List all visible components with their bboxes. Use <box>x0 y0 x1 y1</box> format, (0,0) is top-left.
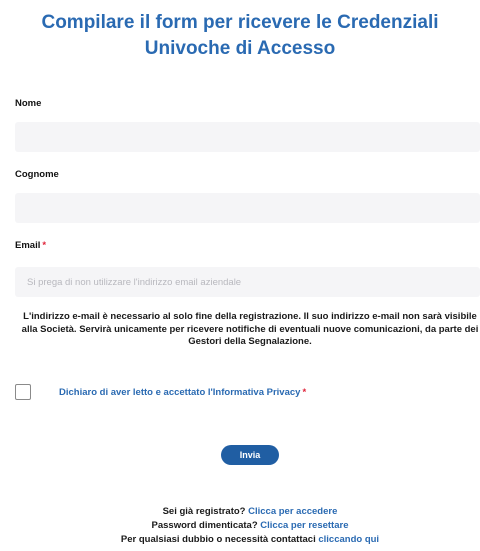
submit-button[interactable]: Invia <box>221 445 279 465</box>
contact-line: Per qualsiasi dubbio o necessità contatt… <box>20 533 480 547</box>
email-label-text: Email <box>15 240 41 251</box>
page-title: Compilare il form per ricevere le Creden… <box>41 12 439 59</box>
password-line: Password dimenticata? Clicca per resetta… <box>20 519 480 533</box>
privacy-policy-link[interactable]: Dichiaro di aver letto e accettato l'Inf… <box>59 387 300 398</box>
email-label: Email * <box>15 240 46 251</box>
email-input[interactable] <box>15 267 480 297</box>
privacy-consent-label: Dichiaro di aver letto e accettato l'Inf… <box>59 387 306 398</box>
email-notice: L'indirizzo e-mail è necessario al solo … <box>21 311 479 347</box>
nome-label-text: Nome <box>15 98 42 109</box>
cognome-label-text: Cognome <box>15 169 59 180</box>
contact-link[interactable]: cliccando qui <box>318 534 379 545</box>
privacy-checkbox[interactable] <box>15 384 31 400</box>
footer-links: Sei già registrato? Clicca per accedere … <box>20 505 480 547</box>
password-prompt: Password dimenticata? <box>151 520 258 531</box>
privacy-required-marker: * <box>302 387 307 398</box>
contact-prompt: Per qualsiasi dubbio o necessità contatt… <box>120 534 316 545</box>
login-link[interactable]: Clicca per accedere <box>248 506 337 517</box>
cognome-input[interactable] <box>15 193 480 223</box>
privacy-consent-row: Dichiaro di aver letto e accettato l'Inf… <box>15 384 480 402</box>
nome-input[interactable] <box>15 122 480 152</box>
reset-password-link[interactable]: Clicca per resettare <box>260 520 348 531</box>
login-line: Sei già registrato? Clicca per accedere <box>20 505 480 519</box>
login-prompt: Sei già registrato? <box>162 506 246 517</box>
cognome-label: Cognome <box>15 169 59 180</box>
nome-label: Nome <box>15 98 41 109</box>
email-required-marker: * <box>42 240 47 251</box>
